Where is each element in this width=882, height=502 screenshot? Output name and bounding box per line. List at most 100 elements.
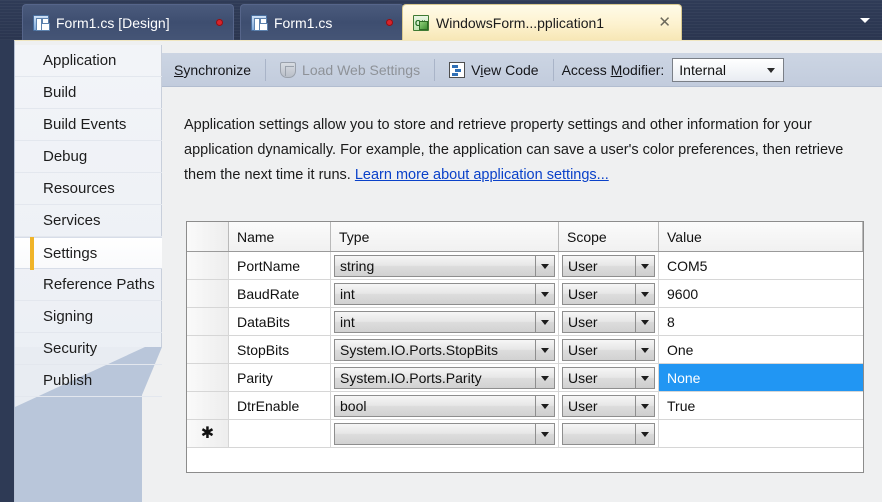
cell-scope[interactable]: User: [559, 308, 659, 336]
synchronize-button[interactable]: Synchronize: [168, 57, 257, 83]
chevron-down-icon[interactable]: [535, 423, 554, 444]
row-selector[interactable]: [187, 308, 229, 336]
cell-type[interactable]: bool: [331, 392, 559, 420]
scope-combobox[interactable]: [562, 422, 655, 445]
chevron-down-icon[interactable]: [535, 339, 554, 360]
table-row[interactable]: PortName string User COM5: [187, 252, 863, 280]
table-row[interactable]: DataBits int User 8: [187, 308, 863, 336]
chevron-down-icon[interactable]: [858, 13, 872, 27]
sidebar-item-build[interactable]: Build: [15, 77, 162, 109]
grid-header-value[interactable]: Value: [659, 222, 863, 251]
scope-combobox[interactable]: User: [562, 282, 655, 305]
sidebar-item-services[interactable]: Services: [15, 205, 162, 237]
load-web-settings-button[interactable]: Load Web Settings: [274, 57, 426, 83]
cell-scope[interactable]: User: [559, 364, 659, 392]
chevron-down-icon[interactable]: [635, 395, 654, 416]
sidebar-item-security[interactable]: Security: [15, 333, 162, 365]
scope-combobox[interactable]: User: [562, 310, 655, 333]
type-combobox[interactable]: System.IO.Ports.Parity: [334, 366, 555, 389]
new-row-selector[interactable]: ✱: [187, 420, 229, 448]
scope-combobox[interactable]: User: [562, 366, 655, 389]
chevron-down-icon[interactable]: [535, 283, 554, 304]
settings-data-grid[interactable]: Name Type Scope Value PortName string Us…: [186, 221, 864, 473]
cell-name[interactable]: DtrEnable: [229, 392, 331, 420]
chevron-down-icon[interactable]: [535, 255, 554, 276]
cell-value[interactable]: One: [659, 336, 863, 364]
scope-combobox[interactable]: User: [562, 254, 655, 277]
row-selector[interactable]: [187, 252, 229, 280]
view-code-button[interactable]: View Code: [443, 57, 544, 83]
access-modifier-dropdown[interactable]: Internal: [672, 57, 785, 82]
cell-name[interactable]: BaudRate: [229, 280, 331, 308]
cell-type[interactable]: System.IO.Ports.StopBits: [331, 336, 559, 364]
learn-more-link[interactable]: Learn more about application settings...: [355, 167, 609, 183]
chevron-down-icon[interactable]: [535, 311, 554, 332]
cell-type[interactable]: string: [331, 252, 559, 280]
cell-value[interactable]: True: [659, 392, 863, 420]
cell-scope[interactable]: User: [559, 392, 659, 420]
type-combobox[interactable]: bool: [334, 394, 555, 417]
cell-value[interactable]: [659, 420, 863, 448]
chevron-down-icon[interactable]: [635, 255, 654, 276]
grid-header-name[interactable]: Name: [229, 222, 331, 251]
close-icon[interactable]: ✕: [658, 15, 671, 30]
cell-type[interactable]: [331, 420, 559, 448]
cell-type[interactable]: int: [331, 308, 559, 336]
cell-name[interactable]: PortName: [229, 252, 331, 280]
cell-value[interactable]: 9600: [659, 280, 863, 308]
table-row[interactable]: Parity System.IO.Ports.Parity User None: [187, 364, 863, 392]
scope-combobox[interactable]: User: [562, 394, 655, 417]
cell-scope[interactable]: User: [559, 280, 659, 308]
tab-form1-design[interactable]: Form1.cs [Design]: [22, 4, 234, 40]
grid-header-type[interactable]: Type: [331, 222, 559, 251]
chevron-down-icon[interactable]: [635, 311, 654, 332]
table-row[interactable]: StopBits System.IO.Ports.StopBits User O…: [187, 336, 863, 364]
cell-scope[interactable]: User: [559, 252, 659, 280]
type-combobox[interactable]: int: [334, 310, 555, 333]
table-row-new[interactable]: ✱: [187, 420, 863, 448]
grid-header-scope[interactable]: Scope: [559, 222, 659, 251]
cell-scope[interactable]: User: [559, 336, 659, 364]
chevron-down-icon[interactable]: [635, 423, 654, 444]
chevron-down-icon[interactable]: [635, 339, 654, 360]
cell-name[interactable]: StopBits: [229, 336, 331, 364]
form-designer-icon: [33, 14, 49, 31]
cell-scope[interactable]: [559, 420, 659, 448]
cell-value[interactable]: COM5: [659, 252, 863, 280]
cell-name[interactable]: Parity: [229, 364, 331, 392]
tab-windowsforms-application1[interactable]: WindowsForm...pplication1 ✕: [402, 4, 682, 40]
cell-value[interactable]: 8: [659, 308, 863, 336]
toolbar-separator: [552, 58, 554, 81]
type-combobox[interactable]: [334, 422, 555, 445]
chevron-down-icon[interactable]: [635, 283, 654, 304]
scope-combobox[interactable]: User: [562, 338, 655, 361]
cell-value-selected[interactable]: None: [659, 364, 863, 392]
sidebar-item-debug[interactable]: Debug: [15, 141, 162, 173]
table-row[interactable]: BaudRate int User 9600: [187, 280, 863, 308]
cell-name[interactable]: DataBits: [229, 308, 331, 336]
sidebar-item-list: Application Build Build Events Debug Res…: [15, 45, 162, 397]
chevron-down-icon[interactable]: [535, 367, 554, 388]
sidebar-item-application[interactable]: Application: [15, 45, 162, 77]
chevron-down-icon[interactable]: [535, 395, 554, 416]
cell-type[interactable]: int: [331, 280, 559, 308]
sidebar-item-resources[interactable]: Resources: [15, 173, 162, 205]
sidebar-item-reference-paths[interactable]: Reference Paths: [15, 269, 162, 301]
row-selector[interactable]: [187, 364, 229, 392]
cell-name[interactable]: [229, 420, 331, 448]
row-selector[interactable]: [187, 336, 229, 364]
grid-header-row: Name Type Scope Value: [187, 222, 863, 252]
sidebar-item-build-events[interactable]: Build Events: [15, 109, 162, 141]
type-combobox[interactable]: int: [334, 282, 555, 305]
row-selector[interactable]: [187, 280, 229, 308]
type-combobox[interactable]: System.IO.Ports.StopBits: [334, 338, 555, 361]
sidebar-item-publish[interactable]: Publish: [15, 365, 162, 397]
sidebar-item-settings[interactable]: Settings: [15, 237, 162, 270]
chevron-down-icon[interactable]: [635, 367, 654, 388]
tab-form1-code[interactable]: Form1.cs: [240, 4, 404, 40]
sidebar-item-signing[interactable]: Signing: [15, 301, 162, 333]
type-combobox[interactable]: string: [334, 254, 555, 277]
row-selector[interactable]: [187, 392, 229, 420]
cell-type[interactable]: System.IO.Ports.Parity: [331, 364, 559, 392]
table-row[interactable]: DtrEnable bool User True: [187, 392, 863, 420]
